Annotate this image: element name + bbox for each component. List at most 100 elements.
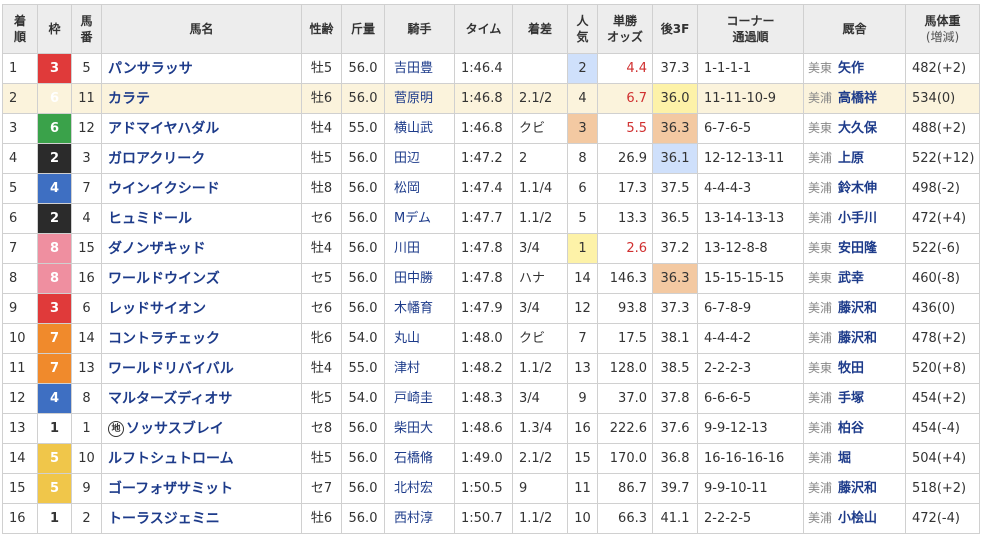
col-f3[interactable]: 後3F [652,4,698,54]
last-3f-cell: 38.5 [652,353,698,384]
jockey-link[interactable]: 丸山 [384,323,455,354]
col-sexage[interactable]: 性齢 [301,4,342,54]
trainer-link[interactable]: 美浦 柏谷 [803,413,906,444]
horse-name-link[interactable]: パンサラッサ [101,53,302,84]
waku-cell: 1 [37,503,72,534]
trainer-link[interactable]: 美浦 手塚 [803,383,906,414]
col-bodyweight[interactable]: 馬体重 (増減) [905,4,980,54]
horse-number-cell: 9 [71,473,102,504]
horse-name-link[interactable]: ルフトシュトローム [101,443,302,474]
jockey-link[interactable]: 木幡育 [384,293,455,324]
jockey-link[interactable]: 吉田豊 [384,53,455,84]
sex-age-cell: 牝6 [301,323,342,354]
horse-name-text: トーラスジェミニ [108,510,220,527]
horse-name-link[interactable]: マルターズディオサ [101,383,302,414]
trainer-region: 美東 [808,241,833,255]
margin-cell: 3/4 [512,293,568,324]
sex-age-cell: 牡6 [301,83,342,114]
horse-name-link[interactable]: ダノンザキッド [101,233,302,264]
trainer-link[interactable]: 美浦堀 [803,443,906,474]
col-waku[interactable]: 枠 [37,4,72,54]
horse-number-cell: 4 [71,203,102,234]
trainer-link[interactable]: 美東 安田隆 [803,233,906,264]
horse-name-link[interactable]: カラテ [101,83,302,114]
margin-cell: 3/4 [512,383,568,414]
horse-name-link[interactable]: ワールドウインズ [101,263,302,294]
col-weight[interactable]: 斤量 [341,4,385,54]
col-rank[interactable]: 着順 [2,4,38,54]
trainer-link[interactable]: 美東 武幸 [803,263,906,294]
jockey-link[interactable]: 柴田大 [384,413,455,444]
rank-cell: 6 [2,203,38,234]
horse-name-link[interactable]: トーラスジェミニ [101,503,302,534]
horse-name-link[interactable]: ヒュミドール [101,203,302,234]
col-num[interactable]: 馬番 [71,4,102,54]
horse-name-text: ルフトシュトローム [108,450,234,467]
waku-cell: 8 [37,233,72,264]
col-corner[interactable]: コーナー 通過順 [697,4,804,54]
horse-name-link[interactable]: アドマイヤハダル [101,113,302,144]
col-pop[interactable]: 人気 [567,4,598,54]
jockey-link[interactable]: 津村 [384,353,455,384]
horse-name-link[interactable]: ワールドリバイバル [101,353,302,384]
margin-cell [512,53,568,84]
carried-weight-cell: 55.0 [341,113,385,144]
jockey-link[interactable]: 戸崎圭 [384,383,455,414]
horse-name-link[interactable]: コントラチェック [101,323,302,354]
rank-cell: 16 [2,503,38,534]
col-name[interactable]: 馬名 [101,4,302,54]
jockey-link[interactable]: 川田 [384,233,455,264]
carried-weight-cell: 56.0 [341,473,385,504]
win-odds-cell: 66.3 [597,503,653,534]
time-cell: 1:46.4 [454,53,513,84]
trainer-link[interactable]: 美浦 小手川 [803,203,906,234]
last-3f-cell: 36.3 [652,263,698,294]
trainer-link[interactable]: 美東 大久保 [803,113,906,144]
horse-name-link[interactable]: レッドサイオン [101,293,302,324]
col-odds[interactable]: 単勝 オッズ [597,4,653,54]
trainer-region: 美浦 [808,331,833,345]
jockey-link[interactable]: 松岡 [384,173,455,204]
jockey-link[interactable]: Mデム [384,203,455,234]
sex-age-cell: 牡5 [301,53,342,84]
trainer-link[interactable]: 美東 牧田 [803,353,906,384]
horse-name-text: アドマイヤハダル [108,120,220,137]
jockey-link[interactable]: 北村宏 [384,473,455,504]
trainer-link[interactable]: 美浦 小桧山 [803,503,906,534]
horse-number-cell: 3 [71,143,102,174]
col-trainer[interactable]: 厩舎 [803,4,906,54]
sex-age-cell: 牡4 [301,113,342,144]
trainer-link[interactable]: 美浦 鈴木伸 [803,173,906,204]
last-3f-cell: 37.2 [652,233,698,264]
col-jockey[interactable]: 騎手 [384,4,455,54]
horse-name-link[interactable]: ガロアクリーク [101,143,302,174]
horse-name-text: ワールドリバイバル [108,360,234,377]
last-3f-cell: 37.3 [652,293,698,324]
trainer-link[interactable]: 美浦 藤沢和 [803,293,906,324]
horse-name-link[interactable]: ゴーフォザサミット [101,473,302,504]
jockey-link[interactable]: 横山武 [384,113,455,144]
jockey-link[interactable]: 菅原明 [384,83,455,114]
horse-number-cell: 14 [71,323,102,354]
rank-cell: 3 [2,113,38,144]
waku-cell: 5 [37,443,72,474]
trainer-link[interactable]: 美浦 藤沢和 [803,473,906,504]
col-time[interactable]: タイム [454,4,513,54]
trainer-link[interactable]: 美浦 藤沢和 [803,323,906,354]
waku-cell: 7 [37,353,72,384]
trainer-link[interactable]: 美浦 上原 [803,143,906,174]
trainer-link[interactable]: 美浦 高橋祥 [803,83,906,114]
horse-name-link[interactable]: 地ソッサスブレイ [101,413,302,444]
trainer-link[interactable]: 美東 矢作 [803,53,906,84]
jockey-link[interactable]: 石橋脩 [384,443,455,474]
col-margin[interactable]: 着差 [512,4,568,54]
jockey-link[interactable]: 西村淳 [384,503,455,534]
win-odds-cell: 17.3 [597,173,653,204]
carried-weight-cell: 56.0 [341,413,385,444]
win-odds-cell: 170.0 [597,443,653,474]
horse-name-link[interactable]: ウインイクシード [101,173,302,204]
jockey-link[interactable]: 田中勝 [384,263,455,294]
rank-cell: 8 [2,263,38,294]
body-weight-cell: 498(-2) [905,173,980,204]
jockey-link[interactable]: 田辺 [384,143,455,174]
